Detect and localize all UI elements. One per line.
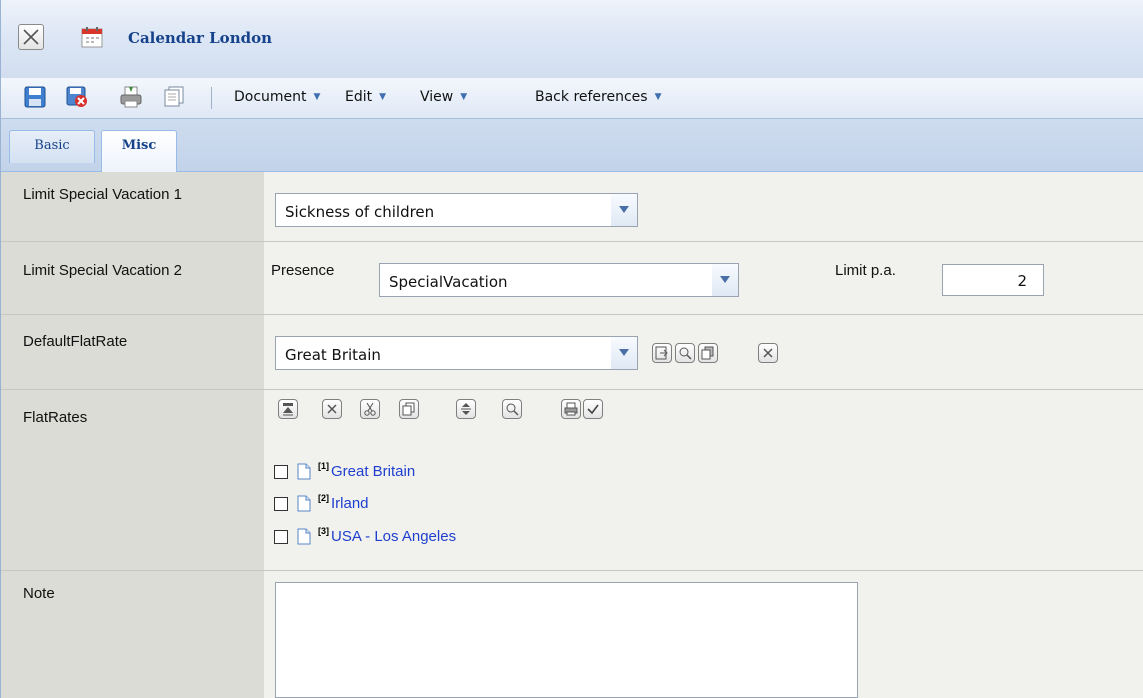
- default-flat-rate-select[interactable]: Great Britain: [275, 336, 638, 370]
- dropdown-button[interactable]: [712, 264, 738, 296]
- search-icon: [506, 403, 519, 416]
- document-icon: [297, 495, 311, 512]
- copy-button[interactable]: [698, 343, 718, 363]
- print-button[interactable]: [561, 399, 581, 419]
- select-all-button[interactable]: [583, 399, 603, 419]
- search-button[interactable]: [502, 399, 522, 419]
- tab-strip: Basic Misc: [1, 119, 1143, 172]
- print-icon[interactable]: [119, 85, 143, 109]
- dropdown-button[interactable]: [611, 194, 637, 226]
- flat-rate-link[interactable]: Great Britain: [331, 463, 415, 480]
- tab-misc[interactable]: Misc: [101, 130, 177, 172]
- limit-special-vacation-1-label: Limit Special Vacation 1: [23, 186, 182, 203]
- cut-button[interactable]: [360, 399, 380, 419]
- menu-view[interactable]: View ▼: [420, 89, 467, 105]
- chevron-down-icon: [720, 276, 730, 283]
- row-divider: [1, 241, 1143, 242]
- move-top-button[interactable]: [278, 399, 298, 419]
- chevron-down-icon: ▼: [379, 92, 387, 102]
- row-divider: [1, 389, 1143, 390]
- menu-back-references[interactable]: Back references ▼: [535, 89, 662, 105]
- chevron-down-icon: [619, 349, 629, 356]
- move-top-icon: [283, 403, 293, 416]
- print-icon: [564, 402, 578, 416]
- save-icon[interactable]: [23, 85, 47, 109]
- limit-pa-input[interactable]: 2: [942, 264, 1044, 296]
- clear-button[interactable]: [758, 343, 778, 363]
- presence-label: Presence: [271, 262, 335, 279]
- copy-icon[interactable]: [161, 85, 185, 109]
- close-icon: [763, 348, 773, 358]
- label-cell: [1, 315, 264, 389]
- checkbox[interactable]: [274, 530, 288, 544]
- limit-special-vacation-2-label: Limit Special Vacation 2: [23, 262, 182, 279]
- calendar-icon: [81, 27, 103, 48]
- sort-button[interactable]: [456, 399, 476, 419]
- chevron-down-icon: ▼: [654, 92, 662, 102]
- copy-icon: [701, 346, 714, 360]
- copy-button[interactable]: [399, 399, 419, 419]
- dropdown-button[interactable]: [611, 337, 637, 369]
- limit-pa-label: Limit p.a.: [835, 262, 896, 279]
- close-button[interactable]: [18, 24, 44, 50]
- flat-rate-link[interactable]: USA - Los Angeles: [331, 528, 456, 545]
- document-icon: [297, 463, 311, 480]
- chevron-down-icon: ▼: [313, 92, 321, 102]
- search-button[interactable]: [675, 343, 695, 363]
- row-divider: [1, 314, 1143, 315]
- list-item: [1] Great Britain: [274, 461, 474, 483]
- limit-special-vacation-1-select[interactable]: Sickness of children: [275, 193, 638, 227]
- list-item: [2] Irland: [274, 493, 474, 515]
- note-label: Note: [23, 585, 55, 602]
- menu-document[interactable]: Document ▼: [234, 89, 320, 105]
- toolbar: Document ▼ Edit ▼ View ▼ Back references ▼: [1, 78, 1143, 119]
- chevron-down-icon: ▼: [460, 92, 468, 102]
- title-bar: Calendar London: [1, 0, 1143, 79]
- copy-icon: [402, 402, 415, 416]
- save-and-close-icon[interactable]: [65, 85, 89, 109]
- check-icon: [587, 404, 599, 415]
- chevron-down-icon: [619, 206, 629, 213]
- search-icon: [679, 347, 692, 360]
- window: Calendar London Document ▼ Edit ▼ View ▼…: [0, 0, 1143, 698]
- window-title: Calendar London: [128, 29, 272, 47]
- menu-edit[interactable]: Edit ▼: [345, 89, 386, 105]
- presence-select[interactable]: SpecialVacation: [379, 263, 739, 297]
- checkbox[interactable]: [274, 465, 288, 479]
- toolbar-separator: [211, 87, 212, 109]
- row-divider: [1, 570, 1143, 571]
- flat-rates-label: FlatRates: [23, 409, 88, 426]
- close-icon: [327, 404, 337, 414]
- open-icon: [655, 346, 668, 360]
- note-textarea[interactable]: [275, 582, 858, 698]
- open-reference-button[interactable]: [652, 343, 672, 363]
- label-cell: [1, 172, 264, 241]
- scissors-icon: [364, 402, 376, 416]
- sort-icon: [461, 403, 471, 415]
- remove-button[interactable]: [322, 399, 342, 419]
- default-flat-rate-label: DefaultFlatRate: [23, 333, 128, 350]
- flat-rate-link[interactable]: Irland: [331, 495, 369, 512]
- list-item: [3] USA - Los Angeles: [274, 526, 554, 548]
- checkbox[interactable]: [274, 497, 288, 511]
- document-icon: [297, 528, 311, 545]
- close-icon: [23, 29, 39, 45]
- tab-basic[interactable]: Basic: [9, 130, 95, 163]
